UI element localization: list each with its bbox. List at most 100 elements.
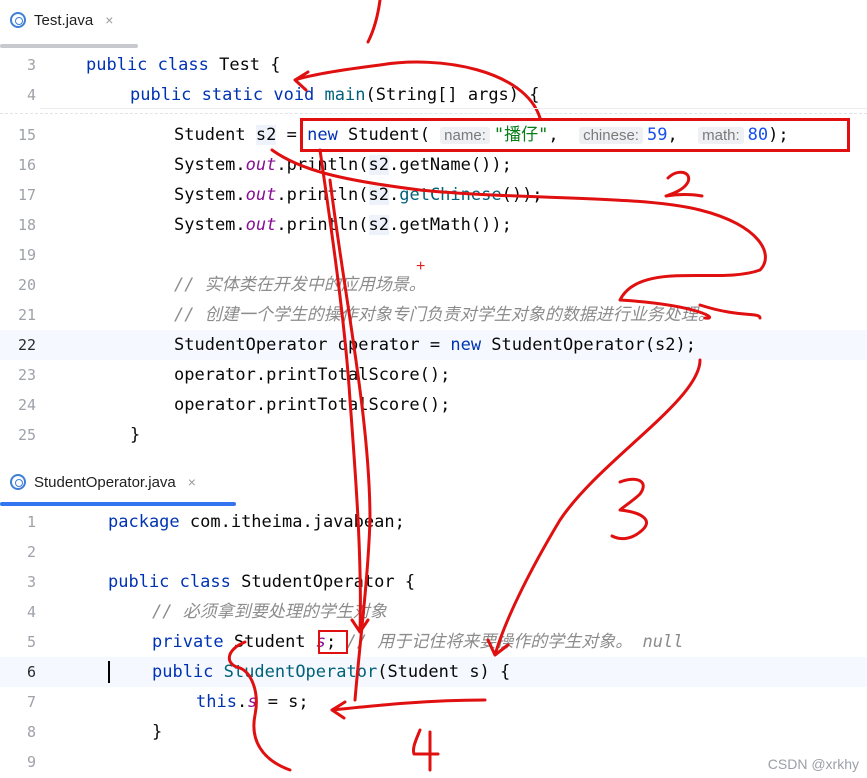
code-text: // 创建一个学生的操作对象专门负责对学生对象的数据进行业务处理。 [174, 300, 715, 330]
code-line[interactable]: 22 StudentOperator operator = new Student… [0, 330, 867, 360]
code-line[interactable]: 16 System.out.println(s2.getName()); [0, 150, 867, 180]
tab-label: StudentOperator.java [34, 473, 176, 491]
code-token: StudentOperator [223, 662, 378, 682]
code-line[interactable]: 4 public static void main(String[] args) … [0, 80, 867, 110]
code-token: com.itheima.javabean; [179, 512, 405, 532]
code-token: out [245, 155, 277, 175]
code-text: } [130, 420, 140, 450]
code-token: Student [174, 125, 256, 145]
line-number: 19 [17, 246, 36, 264]
code-text: public class StudentOperator { [108, 567, 415, 597]
code-text: private Student s; // 用于记住将来要操作的学生对象。 nu… [152, 627, 683, 657]
code-token: System. [174, 155, 246, 175]
code-token: public [152, 662, 214, 682]
code-token: (String[] args) { [365, 85, 540, 105]
code-line[interactable]: 8} [0, 717, 867, 747]
code-token: new [450, 335, 482, 355]
code-token: getChinese [399, 185, 502, 205]
code-token: operator.printTotalScore(); [174, 395, 451, 415]
code-token: static [201, 85, 264, 105]
highlight-box-field-s [318, 630, 348, 654]
code-line[interactable]: 20 // 实体类在开发中的应用场景。 [0, 270, 867, 300]
code-token: .getMath()); [388, 215, 512, 235]
code-line[interactable]: 18 System.out.println(s2.getMath()); [0, 210, 867, 240]
code-text: operator.printTotalScore(); [174, 390, 450, 420]
code-token: (Student s) { [377, 662, 511, 682]
line-number: 7 [26, 693, 36, 711]
code-token: .println( [276, 155, 369, 175]
line-number: 17 [17, 186, 36, 204]
code-token: Test { [208, 55, 281, 75]
code-line[interactable]: 9 [0, 747, 867, 777]
tab-student-operator-java[interactable]: StudentOperator.java × [0, 462, 196, 502]
code-token: // 用于记住将来要操作的学生对象。 null [346, 632, 684, 652]
code-line[interactable]: 3 public class Test { [0, 50, 867, 80]
line-number: 25 [17, 426, 36, 444]
code-token: } [130, 425, 141, 445]
tab-label: Test.java [34, 11, 94, 29]
cursor-crosshair-icon: + [416, 258, 426, 275]
code-token: . [388, 185, 400, 205]
code-text: operator.printTotalScore(); [174, 360, 450, 390]
line-number: 4 [26, 603, 36, 621]
code-line[interactable]: 25} [0, 420, 867, 450]
code-token: System. [174, 215, 246, 235]
code-line[interactable]: 4 // 必须拿到要处理的学生对象 [0, 597, 867, 627]
code-line[interactable]: 6 public StudentOperator(Student s) { [0, 657, 867, 687]
line-number: 21 [17, 306, 36, 324]
code-token: this [196, 692, 237, 712]
code-line[interactable]: 5 private Student s; // 用于记住将来要操作的学生对象。 n… [0, 627, 867, 657]
code-token: s2 [368, 155, 389, 175]
code-token: .println( [276, 215, 369, 235]
code-text: // 实体类在开发中的应用场景。 [174, 270, 426, 300]
code-token: .println( [276, 185, 369, 205]
code-token: ()); [501, 185, 543, 205]
code-text: public class Test { [86, 50, 281, 80]
line-number: 3 [26, 56, 36, 74]
highlight-box-new-student [300, 118, 850, 152]
code-text: // 必须拿到要处理的学生对象 [152, 597, 387, 627]
code-text: System.out.println(s2.getMath()); [174, 210, 512, 240]
code-token: s [247, 692, 258, 712]
code-token: // 必须拿到要处理的学生对象 [152, 602, 387, 622]
code-token: StudentOperator(s2); [481, 335, 696, 355]
close-icon[interactable]: × [188, 474, 196, 490]
code-line[interactable]: 19 [0, 240, 867, 270]
code-token: s2 [255, 125, 277, 145]
code-line[interactable]: 2 [0, 537, 867, 567]
line-number: 15 [17, 126, 36, 144]
code-line[interactable]: 24 operator.printTotalScore(); [0, 390, 867, 420]
code-token: . [236, 692, 248, 712]
code-token: class [179, 572, 231, 592]
code-text: public static void main(String[] args) { [130, 80, 540, 110]
code-token: out [245, 185, 277, 205]
sep-top [40, 108, 867, 109]
close-icon[interactable]: × [105, 12, 113, 28]
tab-test-java[interactable]: Test.java × [0, 0, 113, 40]
code-text: this.s = s; [196, 687, 309, 717]
line-number: 4 [26, 86, 36, 104]
code-line[interactable]: 17 System.out.println(s2.getChinese()); [0, 180, 867, 210]
top-tab-bar: Test.java × [0, 0, 867, 48]
code-token: operator.printTotalScore(); [174, 365, 451, 385]
tab-underline [0, 502, 236, 506]
tab-underline [0, 44, 138, 48]
code-line[interactable]: 7 this.s = s; [0, 687, 867, 717]
line-number: 18 [17, 216, 36, 234]
text-caret [108, 661, 110, 683]
line-number: 5 [26, 633, 36, 651]
code-token: System. [174, 185, 246, 205]
code-text: package com.itheima.javabean; [108, 507, 405, 537]
code-token: s2 [368, 185, 389, 205]
code-text: public StudentOperator(Student s) { [152, 657, 510, 687]
code-token: public [108, 572, 170, 592]
code-line[interactable]: 23 operator.printTotalScore(); [0, 360, 867, 390]
line-number: 9 [26, 753, 36, 771]
code-line[interactable]: 1 package com.itheima.javabean; [0, 507, 867, 537]
code-line[interactable]: 21 // 创建一个学生的操作对象专门负责对学生对象的数据进行业务处理。 [0, 300, 867, 330]
code-token: StudentOperator { [230, 572, 416, 592]
code-line[interactable]: 3 public class StudentOperator { [0, 567, 867, 597]
